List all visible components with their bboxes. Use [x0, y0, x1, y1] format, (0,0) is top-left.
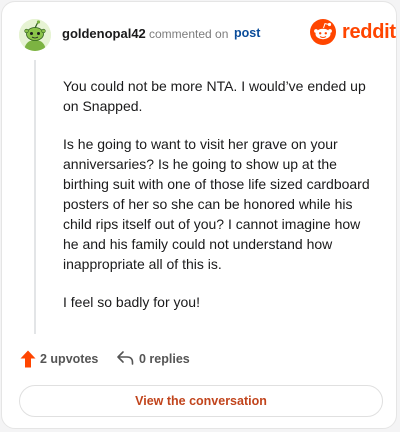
- comment-header: goldenopal42 commented on post reddit: [2, 2, 396, 66]
- upvote-arrow-icon[interactable]: [20, 350, 36, 368]
- view-conversation-button[interactable]: View the conversation: [19, 385, 383, 417]
- comment-paragraph: Is he going to want to visit her grave o…: [63, 136, 370, 272]
- commented-on-label: commented on: [149, 27, 229, 41]
- post-link[interactable]: post: [234, 26, 260, 40]
- comment-actions: 2 upvotes 0 replies: [2, 348, 396, 372]
- comment-paragraph: You could not be more NTA. I would’ve en…: [63, 78, 366, 114]
- embedded-comment-card: goldenopal42 commented on post reddit Yo…: [1, 1, 397, 429]
- reddit-snoo-icon: [310, 19, 336, 45]
- username-link[interactable]: goldenopal42: [62, 26, 146, 41]
- reply-arrow-icon[interactable]: [116, 350, 134, 366]
- reply-count[interactable]: 0 replies: [139, 352, 190, 366]
- snoo-avatar-icon: [19, 19, 51, 51]
- reddit-wordmark: reddit: [342, 21, 396, 43]
- comment-paragraph: I feel so badly for you!: [63, 294, 200, 310]
- user-avatar[interactable]: [19, 19, 51, 51]
- thread-line: [34, 60, 36, 334]
- comment-body: You could not be more NTA. I would’ve en…: [63, 76, 379, 330]
- upvote-count[interactable]: 2 upvotes: [40, 352, 98, 366]
